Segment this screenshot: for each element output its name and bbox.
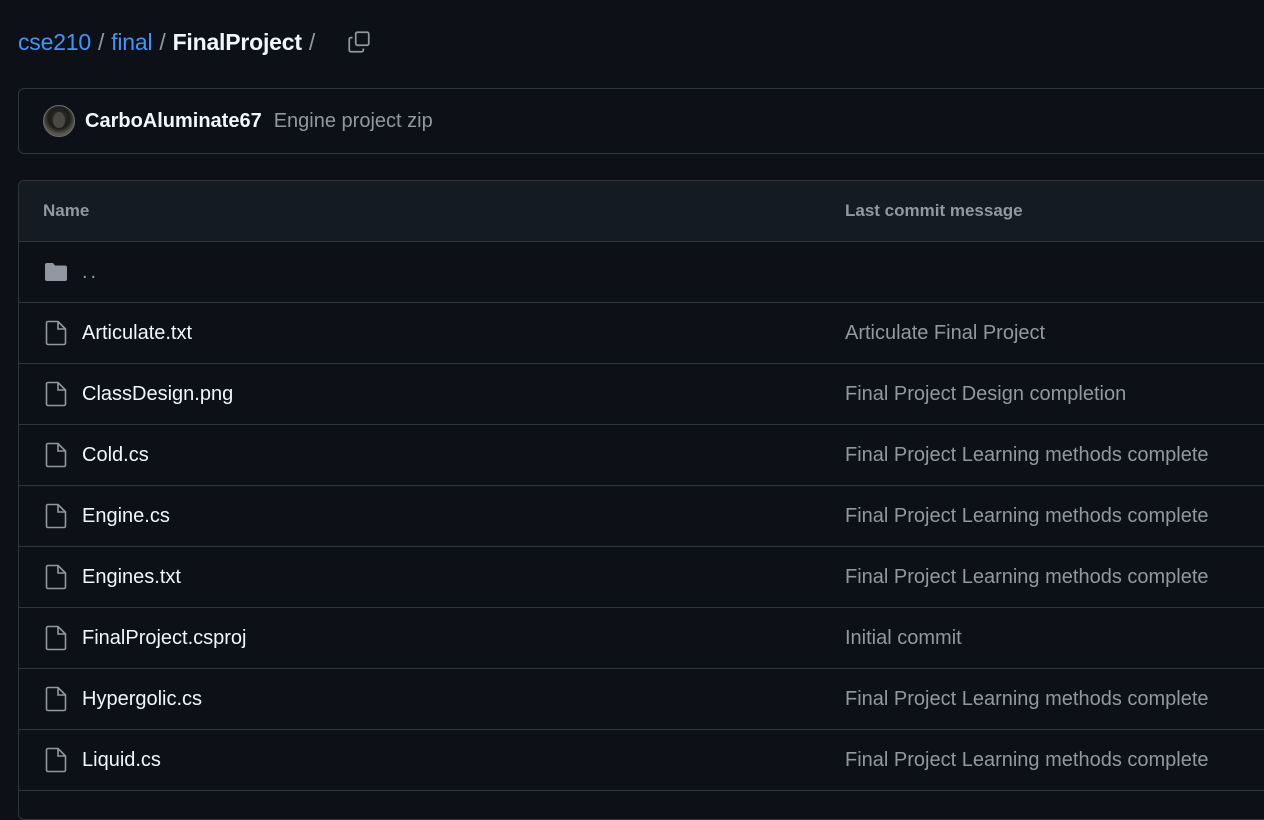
file-name-link[interactable]: Cold.cs <box>82 444 149 467</box>
file-table: Name Last commit message .. Articulate.t… <box>18 180 1264 820</box>
file-icon <box>43 625 69 651</box>
file-row[interactable]: Engine.cs Final Project Learning methods … <box>19 486 1264 547</box>
commit-author-link[interactable]: CarboAluminate67 <box>85 110 262 133</box>
file-commit-message-link[interactable]: Articulate Final Project <box>845 322 1045 345</box>
breadcrumb-separator: / <box>97 28 105 55</box>
file-name-link[interactable]: Articulate.txt <box>82 322 192 345</box>
file-row[interactable]: Articulate.txt Articulate Final Project <box>19 303 1264 364</box>
breadcrumb-current: FinalProject <box>172 28 302 55</box>
column-header-name: Name <box>43 201 90 220</box>
file-icon <box>43 503 69 529</box>
breadcrumb-separator: / <box>159 28 166 55</box>
file-name-link[interactable]: Engine.cs <box>82 505 170 528</box>
file-commit-message-link[interactable]: Final Project Design completion <box>845 383 1126 406</box>
file-icon <box>43 564 69 590</box>
copy-path-button[interactable] <box>344 27 374 57</box>
parent-directory-link[interactable]: .. <box>82 261 99 284</box>
breadcrumb-folder-link[interactable]: final <box>111 29 152 56</box>
folder-icon <box>43 259 69 285</box>
parent-directory-row[interactable]: .. <box>19 242 1264 303</box>
file-name-link[interactable]: Engines.txt <box>82 566 181 589</box>
file-row[interactable]: Cold.cs Final Project Learning methods co… <box>19 425 1264 486</box>
latest-commit-box: CarboAluminate67 Engine project zip <box>18 88 1264 154</box>
file-name-link[interactable]: FinalProject.csproj <box>82 627 247 650</box>
avatar[interactable] <box>43 105 75 137</box>
file-row[interactable]: Engines.txt Final Project Learning method… <box>19 547 1264 608</box>
file-name-link[interactable]: Liquid.cs <box>82 749 161 772</box>
breadcrumb-separator: / <box>308 28 316 55</box>
column-header-last-commit: Last commit message <box>845 201 1023 220</box>
file-commit-message-link[interactable]: Final Project Learning methods complete <box>845 566 1209 589</box>
file-commit-message-link[interactable]: Final Project Learning methods complete <box>845 444 1209 467</box>
file-row[interactable]: ClassDesign.png Final Project Design comp… <box>19 364 1264 425</box>
file-row[interactable]: Hypergolic.cs Final Project Learning meth… <box>19 669 1264 730</box>
file-commit-message-link[interactable]: Final Project Learning methods complete <box>845 749 1209 772</box>
file-commit-message-link[interactable]: Final Project Learning methods complete <box>845 688 1209 711</box>
file-row[interactable]: Liquid.cs Final Project Learning methods … <box>19 730 1264 791</box>
file-icon <box>43 442 69 468</box>
file-icon <box>43 320 69 346</box>
file-row[interactable]: FinalProject.csproj Initial commit <box>19 608 1264 669</box>
copy-icon <box>348 31 370 53</box>
breadcrumb: cse210 / final / FinalProject / <box>18 26 374 58</box>
file-icon <box>43 381 69 407</box>
file-name-link[interactable]: ClassDesign.png <box>82 383 233 406</box>
commit-message-link[interactable]: Engine project zip <box>274 110 433 133</box>
file-commit-message-link[interactable]: Initial commit <box>845 627 962 650</box>
file-icon <box>43 747 69 773</box>
file-icon <box>43 686 69 712</box>
table-header: Name Last commit message <box>19 181 1264 242</box>
file-commit-message-link[interactable]: Final Project Learning methods complete <box>845 505 1209 528</box>
breadcrumb-repo-link[interactable]: cse210 <box>18 29 91 56</box>
file-name-link[interactable]: Hypergolic.cs <box>82 688 202 711</box>
